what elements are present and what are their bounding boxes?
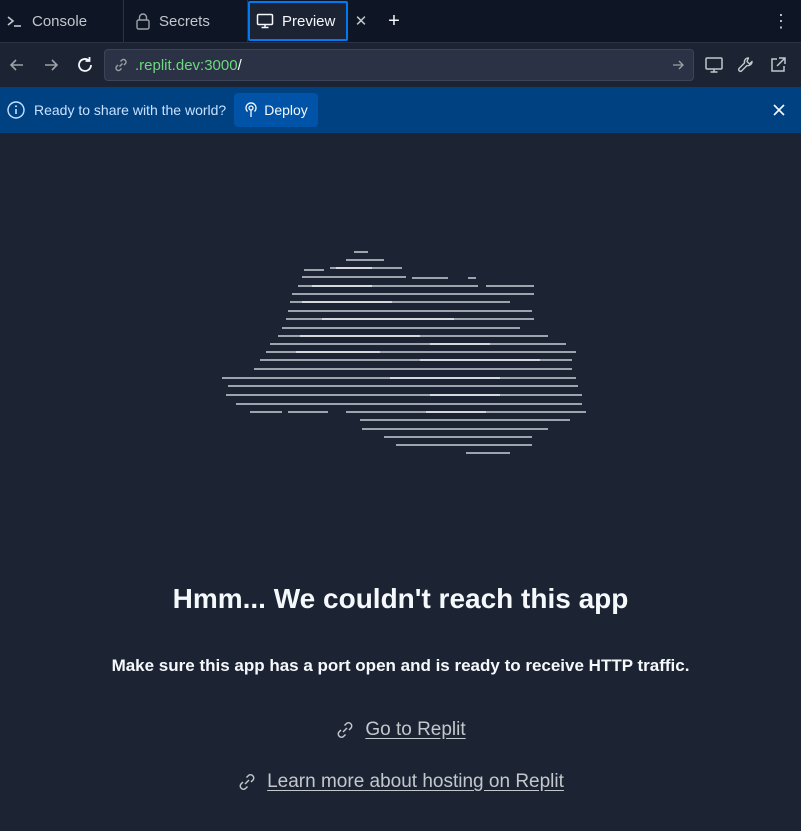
external-link-icon [768,55,788,75]
forward-button[interactable] [34,49,68,81]
lock-icon [135,12,151,30]
reload-button[interactable] [68,49,102,81]
tab-console[interactable]: Console [0,0,124,42]
close-icon[interactable] [769,100,789,120]
deploy-banner: Ready to share with the world? Deploy [0,87,801,133]
open-new-tab-button[interactable] [762,49,794,81]
close-tab-icon[interactable]: ✕ [348,0,374,42]
ascii-cloud-illustration [222,251,586,454]
back-button[interactable] [0,49,34,81]
hosting-docs-link[interactable]: Learn more about hosting on Replit [0,771,801,793]
terminal-icon [6,12,24,30]
arrow-right-icon [42,56,60,74]
arrow-left-icon [8,56,26,74]
devtools-button[interactable] [698,49,730,81]
tab-bar-spacer [414,0,761,42]
replit-preview-pane: Console Secrets Preview ✕ + ⋮ .replit.de… [0,0,801,831]
info-icon [6,100,26,120]
more-options-icon[interactable]: ⋮ [761,0,801,42]
banner-message: Ready to share with the world? [34,102,227,118]
reload-icon [75,55,95,75]
add-tab-button[interactable]: + [374,0,414,42]
url-input[interactable]: .replit.dev:3000/ [104,49,694,81]
tab-secrets[interactable]: Secrets [124,0,248,42]
url-host: .replit.dev:3000 [135,56,238,74]
monitor-icon [256,12,274,30]
go-to-replit-link[interactable]: Go to Replit [0,719,801,741]
deploy-button-label: Deploy [264,102,308,118]
hosting-docs-label: Learn more about hosting on Replit [267,771,564,792]
tab-bar: Console Secrets Preview ✕ + ⋮ [0,0,801,43]
link-icon [237,772,257,792]
deploy-button[interactable]: Deploy [234,93,318,127]
tab-preview-label: Preview [282,12,336,30]
tab-console-label: Console [32,12,88,30]
tab-secrets-label: Secrets [159,12,210,30]
go-to-replit-label: Go to Replit [365,719,466,740]
tab-preview[interactable]: Preview [248,1,348,41]
url-path: / [237,56,242,74]
wrench-icon [736,55,756,75]
deploy-icon [244,102,258,118]
go-arrow-icon[interactable] [671,58,685,72]
link-icon [335,720,355,740]
error-page: Hmm... We couldn't reach this app Make s… [0,133,801,831]
error-headline: Hmm... We couldn't reach this app [172,583,629,614]
monitor-icon [704,55,724,75]
wrench-button[interactable] [730,49,762,81]
link-icon [113,57,129,73]
address-bar: .replit.dev:3000/ [0,43,801,87]
error-description: Make sure this app has a port open and i… [111,656,690,675]
url-text: .replit.dev:3000/ [135,57,665,74]
